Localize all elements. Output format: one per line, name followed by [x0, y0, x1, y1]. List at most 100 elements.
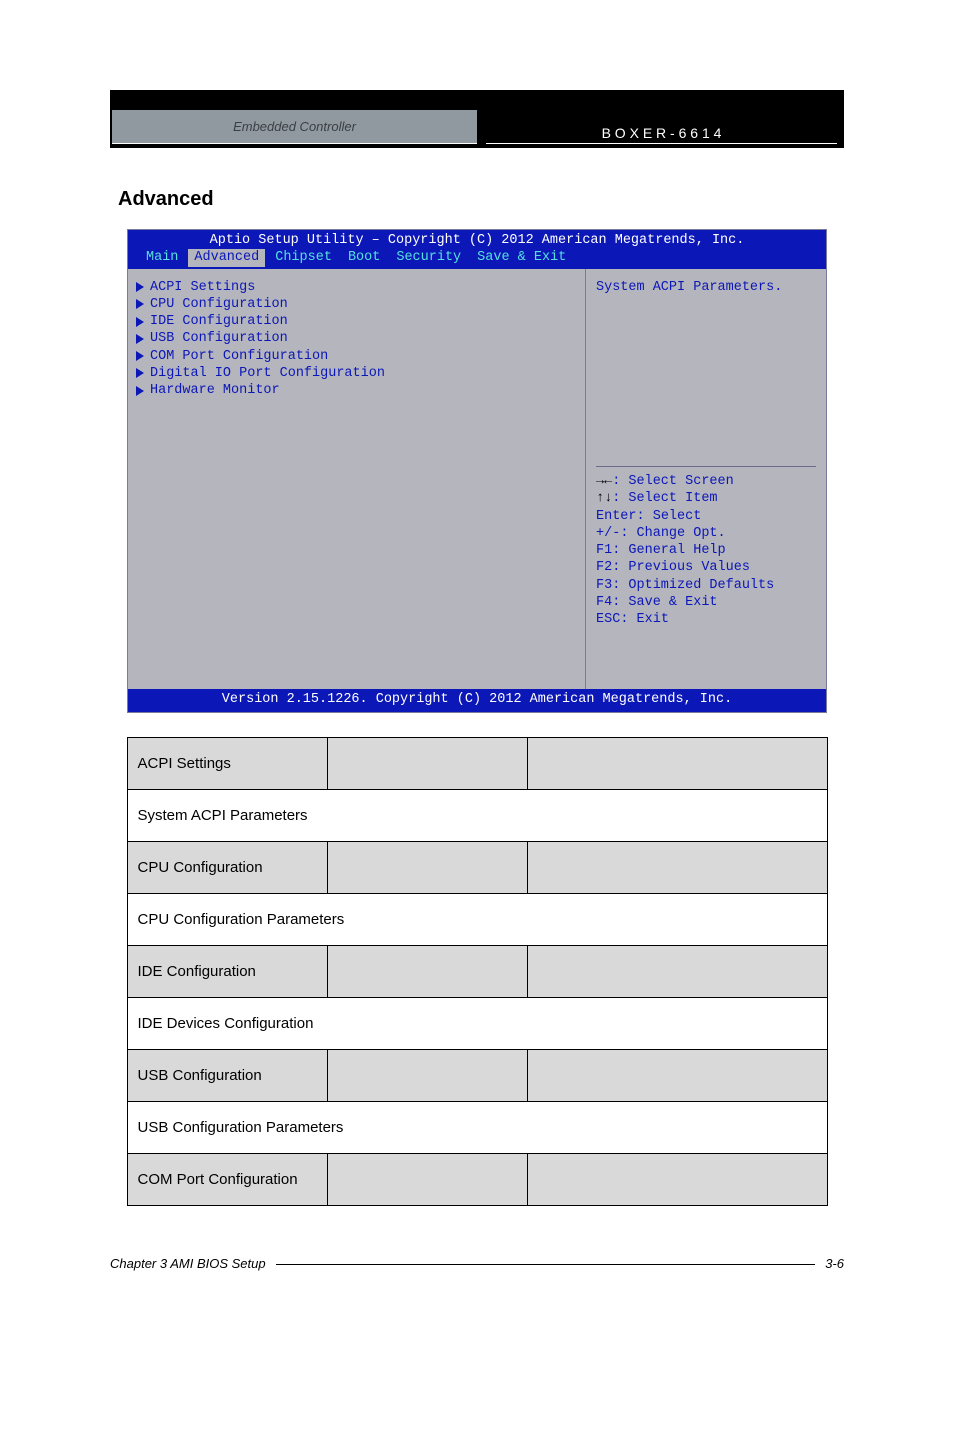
tab-main[interactable]: Main [140, 249, 184, 266]
triangle-right-icon [136, 386, 144, 396]
bios-title: Aptio Setup Utility – Copyright (C) 2012… [134, 232, 820, 249]
key-label: : Exit [620, 612, 669, 627]
key-label: : General Help [612, 543, 725, 558]
key-sym: F1 [596, 543, 612, 558]
key-sym: ESC [596, 612, 620, 627]
triangle-right-icon [136, 351, 144, 361]
key-sym: F3 [596, 578, 612, 593]
menu-item-label: Hardware Monitor [150, 382, 280, 399]
cell-option: COM Port Configuration [127, 1153, 327, 1205]
footer-right: 3-6 [825, 1256, 844, 1271]
arrow-left-right-icon: →← [596, 474, 612, 489]
key-label: : Optimized Defaults [612, 578, 774, 593]
key-f2: F2: Previous Values [596, 559, 816, 576]
key-esc: ESC: Exit [596, 611, 816, 628]
banner-right-text: B O X E R - 6 6 1 4 [486, 125, 836, 144]
key-sym: F2 [596, 560, 612, 575]
menu-item-label: ACPI Settings [150, 279, 255, 296]
key-f4: F4: Save & Exit [596, 594, 816, 611]
triangle-right-icon [136, 368, 144, 378]
page-banner: Embedded Controller B O X E R - 6 6 1 4 [110, 90, 844, 148]
table-row: IDE Devices Configuration [127, 997, 827, 1049]
key-sym: F4 [596, 595, 612, 610]
key-select-item: ↑↓: Select Item [596, 490, 816, 507]
table-row: USB Configuration [127, 1049, 827, 1101]
cell-blank [527, 1049, 827, 1101]
tab-boot[interactable]: Boot [342, 249, 386, 266]
bios-tabs: Main Advanced Chipset Boot Security Save… [134, 249, 820, 268]
footer-left: Chapter 3 AMI BIOS Setup [110, 1256, 266, 1271]
cell-blank [527, 945, 827, 997]
key-label: : Change Opt. [620, 526, 725, 541]
key-f3: F3: Optimized Defaults [596, 577, 816, 594]
menu-item-label: COM Port Configuration [150, 348, 328, 365]
table-row: ACPI Settings [127, 737, 827, 789]
cell-blank [527, 737, 827, 789]
menu-item-label: IDE Configuration [150, 313, 288, 330]
cell-blank [327, 945, 527, 997]
menu-digital-io-port-configuration[interactable]: Digital IO Port Configuration [136, 365, 577, 382]
key-sym: Enter [596, 509, 637, 524]
cell-summary: System ACPI Parameters [127, 789, 827, 841]
tab-security[interactable]: Security [390, 249, 467, 266]
bios-right-pane: System ACPI Parameters. →←: Select Scree… [586, 269, 826, 689]
triangle-right-icon [136, 334, 144, 344]
menu-item-label: Digital IO Port Configuration [150, 365, 385, 382]
menu-hardware-monitor[interactable]: Hardware Monitor [136, 382, 577, 399]
tab-chipset[interactable]: Chipset [269, 249, 338, 266]
table-row: CPU Configuration [127, 841, 827, 893]
cell-summary: IDE Devices Configuration [127, 997, 827, 1049]
menu-cpu-configuration[interactable]: CPU Configuration [136, 296, 577, 313]
menu-acpi-settings[interactable]: ACPI Settings [136, 279, 577, 296]
triangle-right-icon [136, 317, 144, 327]
menu-item-label: CPU Configuration [150, 296, 288, 313]
key-select-screen: →←: Select Screen [596, 473, 816, 490]
section-heading: Advanced [118, 188, 954, 211]
triangle-right-icon [136, 282, 144, 292]
table-row: USB Configuration Parameters [127, 1101, 827, 1153]
tab-save-exit[interactable]: Save & Exit [471, 249, 572, 266]
tab-advanced[interactable]: Advanced [188, 249, 265, 266]
table-row: System ACPI Parameters [127, 789, 827, 841]
menu-com-port-configuration[interactable]: COM Port Configuration [136, 348, 577, 365]
cell-blank [327, 1049, 527, 1101]
cell-summary: USB Configuration Parameters [127, 1101, 827, 1153]
bios-screenshot: Aptio Setup Utility – Copyright (C) 2012… [127, 229, 827, 713]
cell-blank [527, 1153, 827, 1205]
banner-right: B O X E R - 6 6 1 4 [479, 90, 844, 148]
table-row: COM Port Configuration [127, 1153, 827, 1205]
bios-help-text: System ACPI Parameters. [596, 279, 816, 296]
cell-option: CPU Configuration [127, 841, 327, 893]
arrow-up-down-icon: ↑↓ [596, 491, 612, 506]
key-change-opt: +/-: Change Opt. [596, 525, 816, 542]
menu-ide-configuration[interactable]: IDE Configuration [136, 313, 577, 330]
page-footer: Chapter 3 AMI BIOS Setup 3-6 [0, 1256, 954, 1271]
cell-blank [327, 737, 527, 789]
menu-usb-configuration[interactable]: USB Configuration [136, 330, 577, 347]
bios-left-pane: ACPI Settings CPU Configuration IDE Conf… [128, 269, 586, 689]
cell-summary: CPU Configuration Parameters [127, 893, 827, 945]
cell-option: IDE Configuration [127, 945, 327, 997]
menu-item-label: USB Configuration [150, 330, 288, 347]
footer-rule [276, 1264, 816, 1265]
cell-blank [327, 1153, 527, 1205]
key-label: : Select [637, 509, 702, 524]
key-label: : Select Item [612, 491, 717, 506]
table-row: IDE Configuration [127, 945, 827, 997]
cell-blank [527, 841, 827, 893]
key-label: : Save & Exit [612, 595, 717, 610]
key-enter: Enter: Select [596, 508, 816, 525]
options-table: ACPI Settings System ACPI Parameters CPU… [127, 737, 828, 1206]
bios-help-divider [596, 466, 816, 467]
cell-blank [327, 841, 527, 893]
table-row: CPU Configuration Parameters [127, 893, 827, 945]
key-label: : Previous Values [612, 560, 750, 575]
banner-left-text: Embedded Controller [112, 110, 477, 144]
bios-topbar: Aptio Setup Utility – Copyright (C) 2012… [128, 230, 826, 269]
banner-left: Embedded Controller [110, 90, 479, 148]
key-sym: +/- [596, 526, 620, 541]
cell-option: ACPI Settings [127, 737, 327, 789]
triangle-right-icon [136, 299, 144, 309]
cell-option: USB Configuration [127, 1049, 327, 1101]
key-f1: F1: General Help [596, 542, 816, 559]
